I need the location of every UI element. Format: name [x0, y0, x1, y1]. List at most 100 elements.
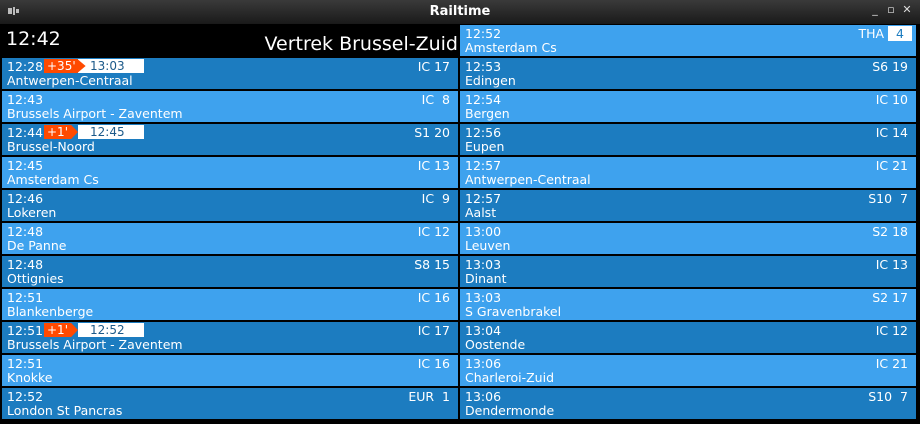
destination: Antwerpen-Centraal [7, 73, 133, 88]
train-number: S2 18 [872, 224, 908, 239]
destination: Brussels Airport - Zaventem [7, 106, 183, 121]
departure-row: 13:03 Dinant IC 13 [460, 256, 916, 287]
departure-time: 12:56 [465, 125, 502, 140]
departures-left-column: 12:28 13:03 +35' Antwerpen-Centraal IC 17 12:… [2, 58, 458, 421]
departure-time: 12:45 [7, 158, 44, 173]
train-number: S8 15 [414, 257, 450, 272]
train-number: IC 21 [875, 158, 908, 173]
train-number: IC 12 [417, 224, 450, 239]
train-number: IC 17 [417, 59, 450, 74]
departure-row: 13:06 Dendermonde S10 7 [460, 388, 916, 419]
departure-time: 13:00 [465, 224, 502, 239]
departure-time: 12:57 [465, 191, 502, 206]
destination: S Gravenbrakel [465, 304, 562, 319]
current-time: 12:42 [6, 28, 61, 50]
destination: Edingen [465, 73, 516, 88]
destination: Bergen [465, 106, 510, 121]
destination: Charleroi-Zuid [465, 370, 555, 385]
departure-row: 12:48 Ottignies S8 15 [2, 256, 458, 287]
platform-badge: 4 [888, 26, 912, 41]
train-number: EUR 1 [408, 389, 450, 404]
train-number: IC 13 [417, 158, 450, 173]
departure-row: 12:43 Brussels Airport - Zaventem IC 8 [2, 91, 458, 122]
departure-row: 13:03 S Gravenbrakel S2 17 [460, 289, 916, 320]
train-number: IC 16 [417, 290, 450, 305]
departure-time: 13:03 [465, 257, 502, 272]
departure-time: 13:03 [465, 290, 502, 305]
departure-row: 12:57 Antwerpen-Centraal IC 21 [460, 157, 916, 188]
departure-row: 13:00 Leuven S2 18 [460, 223, 916, 254]
destination: Brussel-Noord [7, 139, 95, 154]
departure-time: 12:48 [7, 224, 44, 239]
destination: Knokke [7, 370, 53, 385]
departure-row: 12:52 London St Pancras EUR 1 [2, 388, 458, 419]
train-number: IC 14 [875, 125, 908, 140]
departure-time: 12:44 [7, 125, 44, 140]
train-number: IC 10 [875, 92, 908, 107]
delay-badge: +1' [44, 125, 78, 139]
destination: London St Pancras [7, 403, 123, 418]
train-number: IC 8 [421, 92, 450, 107]
destination: Ottignies [7, 271, 64, 286]
departure-row: 13:04 Oostende IC 12 [460, 322, 916, 353]
departure-row: 12:52 Amsterdam Cs THA 4 [460, 25, 916, 56]
train-number: IC 9 [421, 191, 450, 206]
destination: Dendermonde [465, 403, 555, 418]
departure-row: 12:56 Eupen IC 14 [460, 124, 916, 155]
departure-row: 12:51 Knokke IC 16 [2, 355, 458, 386]
train-number: S6 19 [872, 59, 908, 74]
expected-time: 12:52 [78, 323, 144, 337]
window-titlebar[interactable]: Railtime _ ▫ ✕ [0, 0, 920, 24]
train-number: IC 17 [417, 323, 450, 338]
train-number: S10 7 [868, 191, 908, 206]
departure-time: 12:48 [7, 257, 44, 272]
departure-row: 12:54 Bergen IC 10 [460, 91, 916, 122]
departure-time: 13:04 [465, 323, 502, 338]
train-number: IC 12 [875, 323, 908, 338]
minimize-icon[interactable]: _ [868, 3, 882, 19]
delay-badge: +1' [44, 323, 78, 337]
departure-time: 12:54 [465, 92, 502, 107]
train-number: IC 16 [417, 356, 450, 371]
departure-time: 12:57 [465, 158, 502, 173]
destination: Antwerpen-Centraal [465, 172, 591, 187]
destination: Amsterdam Cs [465, 40, 557, 55]
departure-time: 12:51 [7, 356, 44, 371]
departures-right-column: 12:52 Amsterdam Cs THA 4 12:53 Edingen S6 19 12… [460, 25, 916, 421]
departure-time: 12:52 [7, 389, 44, 404]
destination: Leuven [465, 238, 511, 253]
destination: Oostende [465, 337, 526, 352]
train-number: IC 13 [875, 257, 908, 272]
departure-time: 12:28 [7, 59, 44, 74]
delay-badge: +35' [44, 59, 86, 73]
destination: De Panne [7, 238, 67, 253]
destination: Aalst [465, 205, 497, 220]
departure-time: 13:06 [465, 389, 502, 404]
train-number: S2 17 [872, 290, 908, 305]
departure-time: 12:51 [7, 323, 44, 338]
departure-row: 12:46 Lokeren IC 9 [2, 190, 458, 221]
departure-row: 12:53 Edingen S6 19 [460, 58, 916, 89]
departure-row: 12:45 Amsterdam Cs IC 13 [2, 157, 458, 188]
destination: Amsterdam Cs [7, 172, 99, 187]
destination: Dinant [465, 271, 507, 286]
destination: Lokeren [7, 205, 57, 220]
departure-row: 12:57 Aalst S10 7 [460, 190, 916, 221]
train-number: S10 7 [868, 389, 908, 404]
departure-row: 12:51 12:52 +1' Brussels Airport - Zaventem… [2, 322, 458, 353]
expected-time: 12:45 [78, 125, 144, 139]
departure-time: 12:52 [465, 26, 502, 41]
departure-time: 12:43 [7, 92, 44, 107]
window-title: Railtime [429, 4, 491, 19]
train-number: IC 21 [875, 356, 908, 371]
destination: Eupen [465, 139, 505, 154]
train-number: THA 4 [858, 26, 912, 41]
departure-row: 12:51 Blankenberge IC 16 [2, 289, 458, 320]
close-icon[interactable]: ✕ [900, 3, 914, 19]
departure-row: 13:06 Charleroi-Zuid IC 21 [460, 355, 916, 386]
departure-time: 12:51 [7, 290, 44, 305]
maximize-icon[interactable]: ▫ [884, 3, 898, 19]
departure-row: 12:44 12:45 +1' Brussel-Noord S1 20 [2, 124, 458, 155]
board-header: 12:42 Vertrek Brussel-Zuid [0, 25, 458, 58]
departure-time: 12:46 [7, 191, 44, 206]
